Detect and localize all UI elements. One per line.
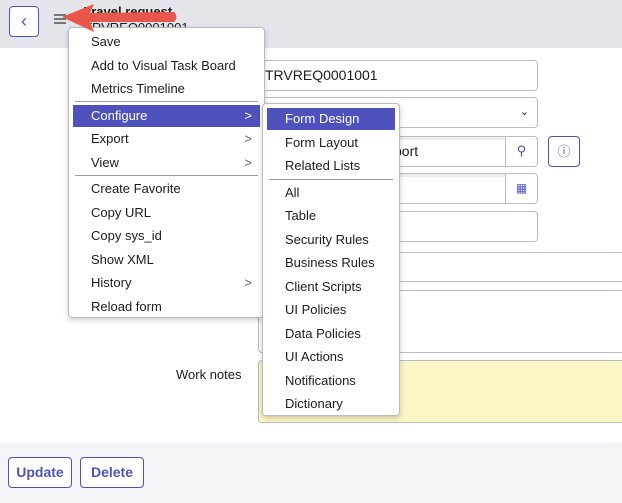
menu-item-add-to-visual-task-board[interactable]: Add to Visual Task Board [73,55,260,77]
menu-item-export[interactable]: Export > [73,128,260,150]
submenu-item-security-rules[interactable]: Security Rules [267,229,395,251]
info-icon[interactable]: ⓘ [548,136,580,167]
chevron-down-icon: ⌄ [519,106,529,118]
divider [75,175,258,176]
menu-item-history[interactable]: History > [73,272,260,294]
work-notes-label: Work notes [176,367,242,382]
divider [75,101,258,102]
submenu-item-dictionary[interactable]: Dictionary [267,393,395,415]
menu-item-reload-form[interactable]: Reload form [73,296,260,318]
submenu-item-ui-actions[interactable]: UI Actions [267,346,395,368]
search-icon[interactable]: ⚲ [505,136,538,167]
menu-item-create-favorite[interactable]: Create Favorite [73,178,260,200]
context-menu: Save Add to Visual Task Board Metrics Ti… [68,27,265,318]
chevron-right-icon: > [244,131,252,146]
menu-item-copy-sys-id[interactable]: Copy sys_id [73,225,260,247]
menu-item-metrics-timeline[interactable]: Metrics Timeline [73,78,260,100]
submenu-item-ui-policies[interactable]: UI Policies [267,299,395,321]
submenu-item-table[interactable]: Table [267,205,395,227]
chevron-right-icon: > [244,108,252,123]
submenu-item-form-design[interactable]: Form Design [267,108,395,130]
submenu-item-related-lists[interactable]: Related Lists [267,155,395,177]
red-arrow-annotation-icon [62,4,177,32]
menu-item-copy-url[interactable]: Copy URL [73,202,260,224]
chevron-right-icon: > [244,155,252,170]
menu-item-configure[interactable]: Configure > [73,105,260,127]
submenu-item-client-scripts[interactable]: Client Scripts [267,276,395,298]
number-field[interactable]: TRVREQ0001001 [258,60,538,91]
chevron-right-icon: > [244,275,252,290]
divider [269,179,393,180]
calendar-icon[interactable]: ▦ [505,173,538,204]
submenu-item-business-rules[interactable]: Business Rules [267,252,395,274]
delete-button[interactable]: Delete [80,457,144,488]
submenu-item-form-layout[interactable]: Form Layout [267,132,395,154]
menu-item-show-xml[interactable]: Show XML [73,249,260,271]
update-button[interactable]: Update [8,457,72,488]
submenu-item-data-policies[interactable]: Data Policies [267,323,395,345]
submenu-item-notifications[interactable]: Notifications [267,370,395,392]
submenu-item-all[interactable]: All [267,182,395,204]
back-button[interactable]: ‹ [9,6,39,37]
menu-item-view[interactable]: View > [73,152,260,174]
configure-submenu: Form Design Form Layout Related Lists Al… [262,103,400,416]
